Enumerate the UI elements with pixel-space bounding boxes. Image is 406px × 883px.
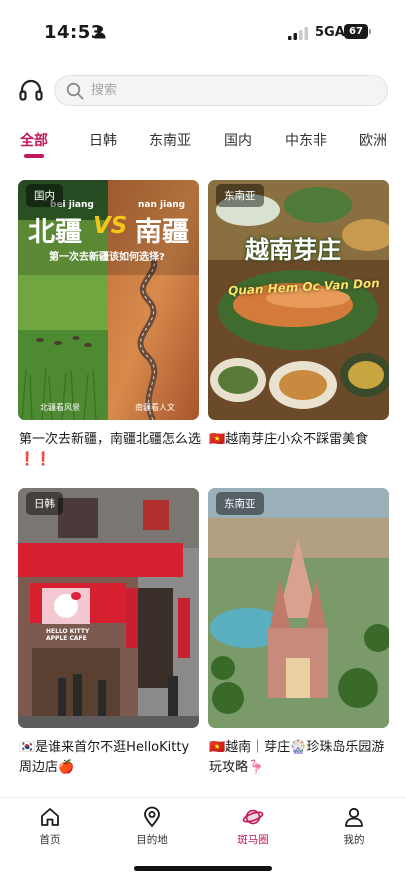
region-tag: 东南亚	[216, 492, 264, 515]
nav-home[interactable]: 首页	[20, 806, 80, 847]
region-tag: 东南亚	[216, 184, 264, 207]
active-tab-indicator	[24, 154, 44, 158]
search-input[interactable]	[91, 78, 371, 103]
user-icon	[345, 807, 363, 827]
network-type: 5GA	[315, 25, 345, 40]
post-card[interactable]: 东南亚 🇻🇳越南｜芽庄🎡珍珠岛乐园游玩攻略🦩	[208, 488, 389, 788]
person-icon	[94, 26, 106, 39]
post-title[interactable]: 第一次去新疆，南疆北疆怎么选❗❗	[19, 430, 201, 470]
post-title[interactable]: 🇰🇷是谁来首尔不逛HelloKitty周边店🍎	[19, 738, 201, 778]
tab-domestic[interactable]: 国内	[224, 130, 252, 150]
image-title-vs: VS	[93, 213, 128, 239]
image-title-right: 南疆	[135, 217, 189, 248]
search-bar[interactable]	[54, 75, 388, 106]
post-title[interactable]: 🇻🇳越南芽庄小众不踩雷美食	[209, 430, 391, 450]
nav-zebra-circle[interactable]: 斑马圈	[223, 806, 283, 847]
nav-label: 首页	[39, 834, 61, 846]
battery-level: 67	[344, 24, 368, 39]
signal-icon	[288, 27, 308, 40]
post-card[interactable]: bei jiang nan jiang 北疆 VS 南疆 第一次去新疆该如何选择…	[18, 180, 201, 470]
image-caption-left: 北疆看风景	[40, 403, 80, 412]
post-card[interactable]: HELLO KITTY APPLE CAFE 日韩 🇰🇷是谁来首尔不逛Hello…	[18, 488, 199, 788]
battery-icon: 67	[344, 24, 372, 39]
image-sign: HELLO KITTY APPLE CAFE	[46, 628, 90, 642]
nav-destination[interactable]: 目的地	[122, 806, 182, 847]
tab-middle-east-africa[interactable]: 中东非	[285, 130, 327, 150]
nav-label: 目的地	[136, 834, 168, 846]
post-image: bei jiang nan jiang 北疆 VS 南疆 第一次去新疆该如何选择…	[18, 180, 199, 420]
nav-label: 我的	[343, 834, 365, 846]
region-tag: 日韩	[26, 492, 63, 515]
search-icon	[66, 82, 84, 100]
tab-all[interactable]: 全部	[20, 130, 48, 150]
home-indicator	[134, 866, 272, 871]
tab-japan-korea[interactable]: 日韩	[89, 130, 117, 150]
image-title-left: 北疆	[28, 217, 82, 248]
location-pin-icon	[144, 806, 160, 828]
home-icon	[41, 808, 59, 826]
post-image: 东南亚	[208, 488, 389, 728]
image-subtitle: 第一次去新疆该如何选择?	[49, 252, 165, 263]
image-pinyin-right: nan jiang	[138, 200, 186, 210]
category-tabs: 全部 日韩 东南亚 国内 中东非 欧洲	[0, 126, 406, 160]
nav-label: 斑马圈	[237, 834, 269, 846]
image-headline: 越南芽庄	[245, 236, 341, 264]
post-title[interactable]: 🇻🇳越南｜芽庄🎡珍珠岛乐园游玩攻略🦩	[209, 738, 391, 778]
tab-europe[interactable]: 欧洲	[359, 130, 387, 150]
post-image: HELLO KITTY APPLE CAFE 日韩	[18, 488, 199, 728]
post-image: 越南芽庄 Quan Hem Oc Van Don 东南亚	[208, 180, 389, 420]
nav-profile[interactable]: 我的	[324, 806, 384, 847]
image-caption-right: 南疆看人文	[135, 403, 175, 412]
headphone-icon[interactable]	[19, 79, 43, 101]
status-bar: 14:53 5GA 67	[0, 0, 406, 60]
tab-southeast-asia[interactable]: 东南亚	[149, 130, 191, 150]
planet-icon	[242, 809, 264, 825]
post-card[interactable]: 越南芽庄 Quan Hem Oc Van Don 东南亚 🇻🇳越南芽庄小众不踩雷…	[208, 180, 389, 470]
region-tag: 国内	[26, 184, 63, 207]
